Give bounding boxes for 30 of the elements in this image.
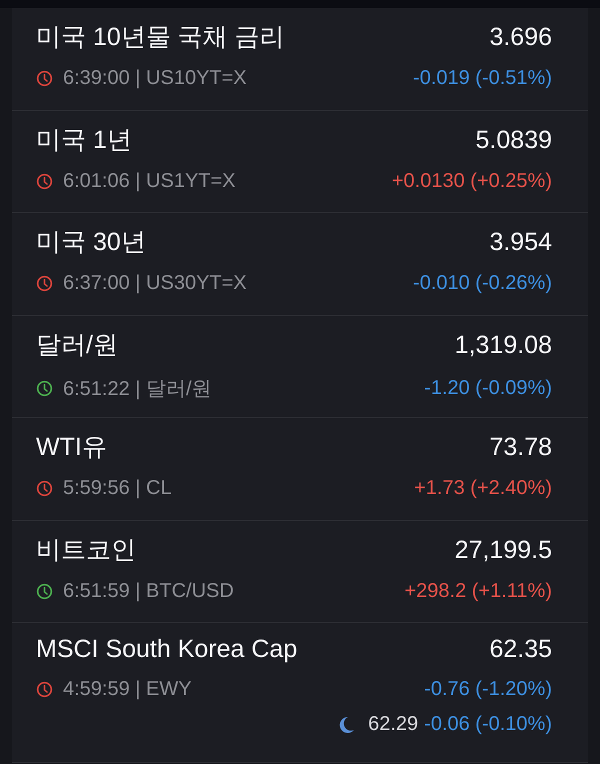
quote-time-symbol: 6:37:00 | US30YT=X — [63, 272, 247, 295]
quote-name: 달러/원 — [36, 330, 118, 360]
quote-price: 1,319.08 — [454, 330, 552, 360]
quote-change: +1.73 (+2.40%) — [414, 477, 552, 500]
quote-name: 미국 30년 — [36, 227, 146, 258]
quote-change: -0.010 (-0.26%) — [413, 272, 552, 295]
quote-price: 3.954 — [489, 228, 552, 257]
quote-price: 3.696 — [489, 23, 552, 52]
quote-time-symbol: 6:01:06 | US1YT=X — [63, 170, 236, 192]
after-hours-price: 62.29 — [368, 713, 418, 736]
quote-change: -0.019 (-0.51%) — [413, 67, 552, 90]
quote-price: 62.35 — [489, 635, 552, 664]
quote-name: MSCI South Korea Cap — [36, 635, 298, 664]
quote-time-symbol: 4:59:59 | EWY — [63, 678, 192, 701]
quote-price: 73.78 — [489, 433, 552, 462]
quote-name: 미국 1년 — [36, 124, 132, 156]
quote-change: +0.0130 (+0.25%) — [392, 170, 552, 192]
quote-change: +298.2 (+1.11%) — [404, 580, 552, 602]
quote-change: -1.20 (-0.09%) — [424, 376, 552, 400]
quote-time-symbol: 6:39:00 | US10YT=X — [63, 67, 247, 90]
quote-name: 비트코인 — [36, 534, 136, 566]
quote-name: 미국 10년물 국채 금리 — [36, 22, 285, 53]
quote-change: -0.76 (-1.20%) — [424, 678, 552, 701]
quote-price: 27,199.5 — [454, 536, 552, 564]
quote-time-symbol: 6:51:22 | 달러/원 — [63, 376, 212, 402]
quote-time-symbol: 6:51:59 | BTC/USD — [63, 580, 234, 602]
quote-name: WTI유 — [36, 432, 107, 463]
after-hours-change: -0.06 (-0.10%) — [424, 713, 552, 736]
quote-time-symbol: 5:59:56 | CL — [63, 477, 172, 500]
quote-price: 5.0839 — [476, 126, 552, 154]
